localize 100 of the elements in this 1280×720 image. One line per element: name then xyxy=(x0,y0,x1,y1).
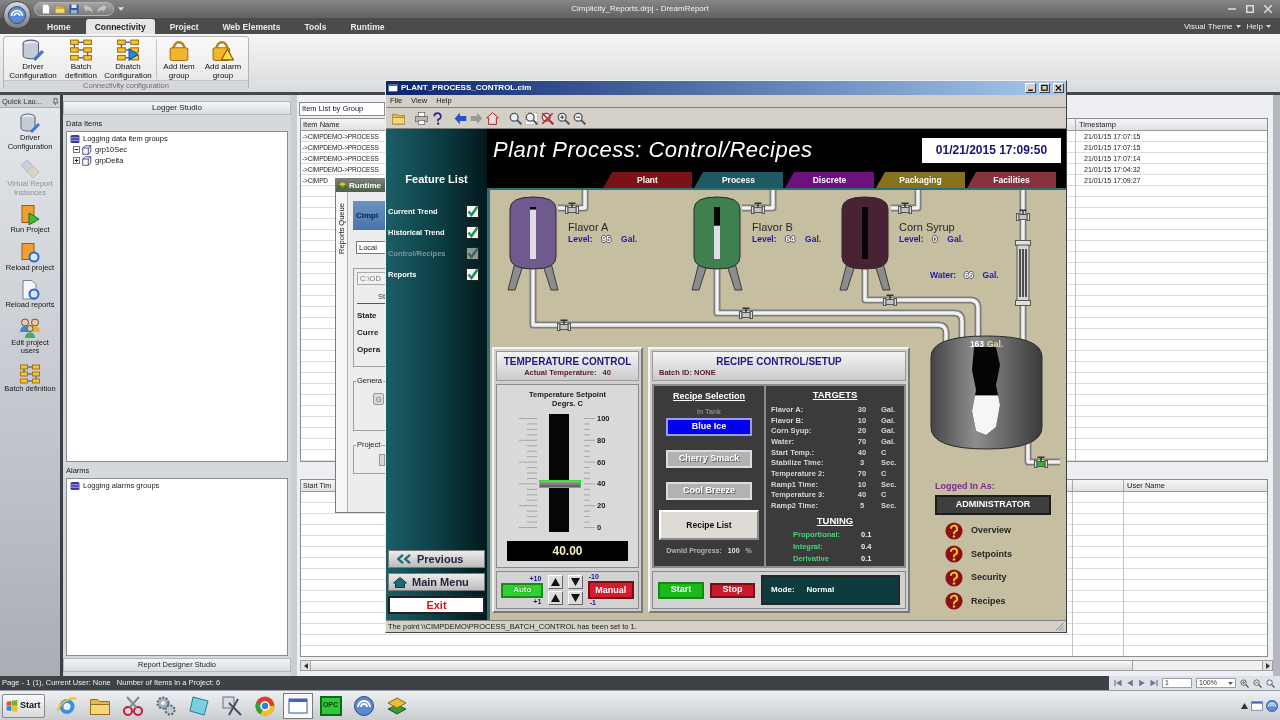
zoom-in-icon[interactable] xyxy=(557,111,570,125)
level-label: Level: xyxy=(899,234,924,244)
previous-page-icon[interactable] xyxy=(1126,679,1134,687)
ribbon-tab[interactable]: Tools xyxy=(295,19,336,34)
scroll-left-button[interactable] xyxy=(301,661,311,670)
checkbox[interactable] xyxy=(466,268,479,281)
zoom-area-icon[interactable] xyxy=(525,111,538,125)
reload-document-icon xyxy=(20,242,40,263)
maximize-button[interactable] xyxy=(1039,83,1050,93)
ribbon-tab[interactable]: Runtime xyxy=(341,19,394,34)
ribbon-button[interactable]: Add alarm group xyxy=(200,39,246,80)
ribbon-tab[interactable]: Web Elements xyxy=(213,19,290,34)
date-time-display: 01/21/2015 17:09:50 xyxy=(922,137,1061,163)
panel-header: Logger Studio xyxy=(63,101,291,115)
recipe-list-button[interactable]: Recipe List xyxy=(659,510,759,540)
help-link[interactable]: Recipes xyxy=(945,589,1066,613)
mode-button[interactable]: Manual xyxy=(587,581,634,599)
ribbon-button[interactable]: Add item group xyxy=(158,39,200,80)
screen-tab[interactable]: Packaging xyxy=(876,172,965,188)
right-arrow-icon xyxy=(1265,662,1270,669)
level-label: Level: xyxy=(568,234,593,244)
search-icon[interactable] xyxy=(1266,678,1275,688)
caret-icon[interactable] xyxy=(118,7,124,11)
step-up-button[interactable] xyxy=(548,591,564,605)
ribbon-tab[interactable]: Connectivity xyxy=(85,19,155,34)
screen-title: Plant Process: Control/Recipes xyxy=(493,137,813,163)
taskbar-button[interactable] xyxy=(282,692,313,719)
screen-tab[interactable]: Facilities xyxy=(967,172,1056,188)
minimize-button[interactable] xyxy=(1025,83,1036,93)
scroll-thumb[interactable] xyxy=(311,661,1133,670)
slider-thumb[interactable] xyxy=(539,480,581,488)
step-up-button[interactable] xyxy=(548,575,564,589)
zoom-out-icon[interactable] xyxy=(1253,678,1262,688)
ribbon-button[interactable]: Batch definition xyxy=(61,39,101,80)
help-link[interactable]: Security xyxy=(945,566,1066,590)
section-title: TARGETS xyxy=(812,389,858,401)
save-icon[interactable] xyxy=(69,4,79,14)
ribbon-button[interactable]: Driver Configuration xyxy=(5,39,61,80)
screen-tab[interactable]: Plant xyxy=(603,172,692,188)
close-icon[interactable] xyxy=(1264,5,1272,13)
first-page-icon[interactable] xyxy=(1114,679,1122,687)
nav-button[interactable]: Exit xyxy=(388,596,485,614)
new-document-icon[interactable] xyxy=(41,4,51,14)
help-link[interactable]: Overview xyxy=(945,519,1066,543)
back-arrow-icon[interactable] xyxy=(454,111,467,125)
zoom-in-icon[interactable] xyxy=(1240,678,1249,688)
checkbox[interactable] xyxy=(466,205,479,218)
valve-icon xyxy=(883,294,897,306)
panel-title: TEMPERATURE CONTROL xyxy=(503,355,632,368)
database-icon xyxy=(70,133,80,144)
tools-icon xyxy=(221,695,242,716)
flowchart-play-icon xyxy=(117,39,139,61)
printer-icon[interactable] xyxy=(415,111,428,125)
close-button[interactable] xyxy=(1053,83,1064,93)
menu-button[interactable]: Visual Theme xyxy=(1180,19,1244,34)
recipe-button[interactable]: Blue Ice xyxy=(666,418,752,436)
help-icon[interactable] xyxy=(431,111,444,125)
help-icon xyxy=(945,592,963,611)
network-icon xyxy=(1251,699,1263,712)
collapse-icon[interactable] xyxy=(73,146,80,153)
level-value: 66 xyxy=(964,270,974,280)
menu-button[interactable]: Help xyxy=(1243,19,1274,34)
level-value: 163 xyxy=(969,339,985,349)
zoom-reset-icon[interactable] xyxy=(541,111,554,125)
screen-tab[interactable]: Process xyxy=(694,172,783,188)
tank-name: Flavor B xyxy=(752,221,794,234)
next-page-icon[interactable] xyxy=(1138,679,1146,687)
nav-button[interactable]: Previous xyxy=(388,550,485,568)
stop-process-button[interactable]: Stop xyxy=(710,582,755,598)
valve-icon xyxy=(565,202,579,214)
windows-logo-icon xyxy=(6,699,18,712)
unit-label: Gal. xyxy=(987,339,1004,349)
ribbon-tab[interactable]: Home xyxy=(38,19,80,34)
cube-icon xyxy=(82,144,92,155)
expand-icon[interactable] xyxy=(73,157,80,164)
panel-title: Feature List xyxy=(405,172,468,186)
step-down-button[interactable] xyxy=(568,591,584,605)
valve-icon xyxy=(898,202,912,214)
ribbon-button[interactable]: Dbatch Configuration xyxy=(101,39,155,80)
tray-icon xyxy=(1266,699,1278,712)
maximize-icon[interactable] xyxy=(1246,5,1254,13)
unit-label: Gal. xyxy=(621,234,638,244)
step-down-button[interactable] xyxy=(568,575,584,589)
home-icon[interactable] xyxy=(486,111,499,125)
unit-label: Gal. xyxy=(947,234,964,244)
screen-tab[interactable]: Discrete xyxy=(785,172,874,188)
window-title: PLANT_PROCESS_CONTROL.cim xyxy=(401,83,532,93)
ribbon-tab[interactable]: Project xyxy=(160,19,208,34)
start-button[interactable]: Start xyxy=(2,693,45,718)
nav-button[interactable]: Main Menu xyxy=(388,573,485,591)
zoom-out-icon[interactable] xyxy=(573,111,586,125)
magnifier-icon[interactable] xyxy=(509,111,522,125)
level-value: 64 xyxy=(785,234,796,244)
tank-name: Flavor A xyxy=(568,221,610,234)
checkbox[interactable] xyxy=(466,226,479,239)
last-page-icon[interactable] xyxy=(1150,679,1158,687)
help-link[interactable]: Setpoints xyxy=(945,542,1066,566)
help-icon xyxy=(945,521,963,540)
scroll-right-button[interactable] xyxy=(1262,661,1272,670)
section-title: TUNING xyxy=(816,514,854,527)
